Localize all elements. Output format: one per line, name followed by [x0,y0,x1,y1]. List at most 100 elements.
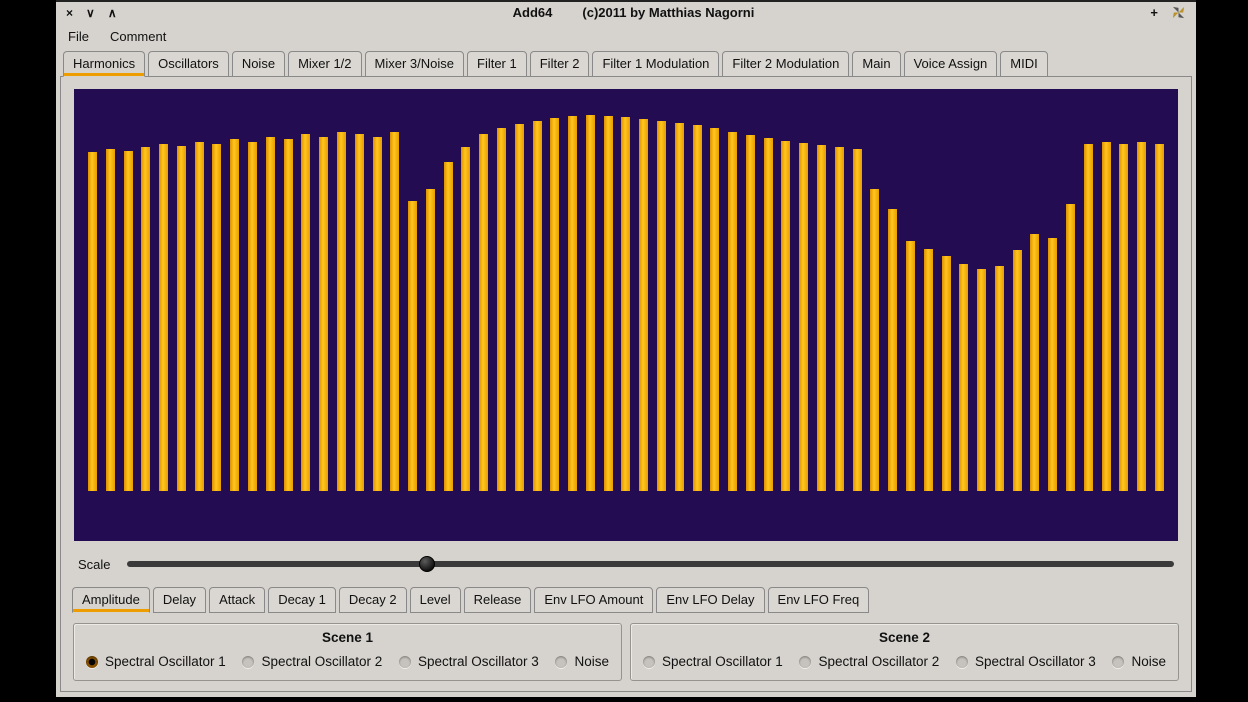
harmonic-bar-1[interactable] [88,152,97,491]
harmonic-bar-34[interactable] [675,123,684,491]
harmonic-bar-44[interactable] [853,149,862,491]
harmonic-bar-61[interactable] [1155,144,1164,491]
harmonic-bar-51[interactable] [977,269,986,491]
harmonic-bar-38[interactable] [746,135,755,491]
harmonic-bar-13[interactable] [301,134,310,491]
harmonic-bar-36[interactable] [710,128,719,491]
harmonic-bar-50[interactable] [959,264,968,491]
harmonic-bar-58[interactable] [1102,142,1111,491]
harmonic-bar-3[interactable] [124,151,133,491]
harmonic-bar-4[interactable] [141,147,150,491]
harmonic-bar-28[interactable] [568,116,577,491]
harmonic-bar-35[interactable] [693,125,702,491]
harmonic-bar-23[interactable] [479,134,488,491]
harmonic-bar-52[interactable] [995,266,1004,491]
env-tab-amplitude[interactable]: Amplitude [72,587,150,613]
harmonic-bar-9[interactable] [230,139,239,491]
harmonic-bar-59[interactable] [1119,144,1128,491]
scale-slider[interactable] [127,554,1174,574]
harmonic-bar-7[interactable] [195,142,204,491]
harmonic-bar-8[interactable] [212,144,221,491]
scene-2-radio-spectral-oscillator-3[interactable]: Spectral Oscillator 3 [956,654,1096,669]
scene-1-radio-spectral-oscillator-2[interactable]: Spectral Oscillator 2 [242,654,382,669]
tab-filter-2[interactable]: Filter 2 [530,51,590,77]
harmonic-bar-39[interactable] [764,138,773,491]
harmonic-bar-30[interactable] [604,116,613,491]
tab-filter-1[interactable]: Filter 1 [467,51,527,77]
tab-harmonics[interactable]: Harmonics [63,51,145,77]
harmonic-bar-14[interactable] [319,137,328,491]
harmonic-bar-42[interactable] [817,145,826,491]
tab-filter-1-modulation[interactable]: Filter 1 Modulation [592,51,719,77]
harmonic-bar-17[interactable] [373,137,382,491]
env-tab-delay[interactable]: Delay [153,587,206,613]
env-tab-env-lfo-delay[interactable]: Env LFO Delay [656,587,764,613]
shade-icon[interactable]: ∨ [86,7,95,19]
harmonic-bar-55[interactable] [1048,238,1057,491]
tab-filter-2-modulation[interactable]: Filter 2 Modulation [722,51,849,77]
harmonic-bar-60[interactable] [1137,142,1146,491]
scale-slider-handle[interactable] [419,556,435,572]
harmonic-bar-10[interactable] [248,142,257,491]
harmonic-bar-31[interactable] [621,117,630,491]
harmonic-bar-56[interactable] [1066,204,1075,491]
harmonic-bar-57[interactable] [1084,144,1093,491]
harmonic-bar-22[interactable] [461,147,470,491]
env-tab-decay-1[interactable]: Decay 1 [268,587,336,613]
harmonic-bar-43[interactable] [835,147,844,491]
harmonic-bar-37[interactable] [728,132,737,491]
harmonic-bar-20[interactable] [426,189,435,491]
scene-1-radio-spectral-oscillator-3[interactable]: Spectral Oscillator 3 [399,654,539,669]
scene-2-radio-noise[interactable]: Noise [1112,654,1166,669]
harmonic-bar-18[interactable] [390,132,399,491]
env-tab-decay-2[interactable]: Decay 2 [339,587,407,613]
scene-2-radio-spectral-oscillator-1[interactable]: Spectral Oscillator 1 [643,654,783,669]
env-tab-release[interactable]: Release [464,587,532,613]
harmonic-bar-33[interactable] [657,121,666,491]
harmonic-bar-45[interactable] [870,189,879,491]
close-icon[interactable]: × [66,7,73,19]
harmonic-bar-49[interactable] [942,256,951,491]
harmonic-bar-32[interactable] [639,119,648,491]
harmonic-bar-48[interactable] [924,249,933,491]
harmonic-bar-40[interactable] [781,141,790,491]
harmonic-bar-26[interactable] [533,121,542,491]
harmonic-bar-5[interactable] [159,144,168,491]
harmonic-bar-16[interactable] [355,134,364,491]
tab-main[interactable]: Main [852,51,900,77]
scene-1-radio-spectral-oscillator-1[interactable]: Spectral Oscillator 1 [86,654,226,669]
tab-noise[interactable]: Noise [232,51,285,77]
harmonic-bar-12[interactable] [284,139,293,491]
env-tab-attack[interactable]: Attack [209,587,265,613]
sticky-icon[interactable]: + [1150,6,1158,19]
tab-mixer-3-noise[interactable]: Mixer 3/Noise [365,51,464,77]
harmonic-bar-25[interactable] [515,124,524,491]
harmonic-bar-29[interactable] [586,115,595,491]
harmonics-display[interactable] [74,89,1178,541]
harmonic-bar-46[interactable] [888,209,897,491]
menu-file[interactable]: File [68,29,89,44]
harmonic-bar-41[interactable] [799,143,808,491]
menu-comment[interactable]: Comment [110,29,166,44]
tab-midi[interactable]: MIDI [1000,51,1047,77]
harmonic-bar-15[interactable] [337,132,346,491]
tab-mixer-1-2[interactable]: Mixer 1/2 [288,51,361,77]
harmonic-bar-27[interactable] [550,118,559,491]
harmonic-bar-2[interactable] [106,149,115,491]
harmonic-bar-54[interactable] [1030,234,1039,491]
harmonic-bar-11[interactable] [266,137,275,491]
harmonic-bar-24[interactable] [497,128,506,491]
scene-2-radio-spectral-oscillator-2[interactable]: Spectral Oscillator 2 [799,654,939,669]
scene-1-radio-noise[interactable]: Noise [555,654,609,669]
env-tab-env-lfo-amount[interactable]: Env LFO Amount [534,587,653,613]
raise-icon[interactable]: ∧ [108,7,117,19]
harmonic-bar-47[interactable] [906,241,915,491]
tab-oscillators[interactable]: Oscillators [148,51,229,77]
harmonic-bar-21[interactable] [444,162,453,491]
harmonic-bar-53[interactable] [1013,250,1022,491]
harmonic-bar-19[interactable] [408,201,417,491]
env-tab-level[interactable]: Level [410,587,461,613]
harmonic-bar-6[interactable] [177,146,186,491]
tab-voice-assign[interactable]: Voice Assign [904,51,998,77]
env-tab-env-lfo-freq[interactable]: Env LFO Freq [768,587,870,613]
